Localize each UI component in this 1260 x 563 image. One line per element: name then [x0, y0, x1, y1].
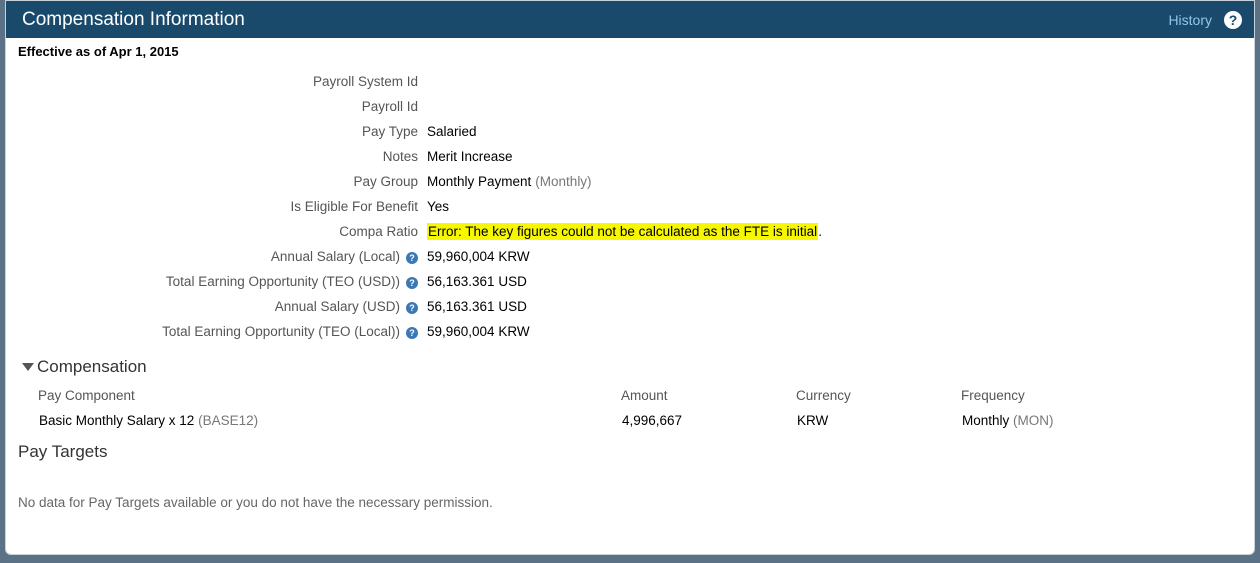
table-row-component: Basic Monthly Salary x 12 (BASE12) [39, 413, 259, 428]
field-row: Annual Salary (Local)? 59,960,004 KRW [6, 244, 1254, 269]
info-icon[interactable]: ? [406, 252, 418, 264]
header-actions: History ? [1168, 10, 1242, 29]
field-value: 59,960,004 KRW [427, 324, 530, 339]
panel-title: Compensation Information [22, 8, 245, 30]
pay-targets-empty-message: No data for Pay Targets available or you… [18, 495, 493, 510]
field-row: Payroll Id [6, 94, 1254, 119]
field-label-text: Is Eligible For Benefit [290, 199, 418, 214]
panel-header: Compensation Information History ? [6, 1, 1254, 38]
info-icon[interactable]: ? [406, 302, 418, 314]
table-row-currency: KRW [797, 413, 829, 428]
field-value-text: Monthly Payment [427, 174, 532, 189]
field-label-text: Pay Type [361, 124, 418, 139]
history-link[interactable]: History [1168, 12, 1212, 28]
field-label-text: Compa Ratio [339, 224, 418, 239]
field-row: Payroll System Id [6, 69, 1254, 94]
info-icon[interactable]: ? [406, 277, 418, 289]
field-row: Total Earning Opportunity (TEO (Local))?… [6, 319, 1254, 344]
field-label-text: Payroll Id [361, 99, 418, 114]
field-label: Annual Salary (USD)? [6, 299, 418, 314]
field-value-text: 56,163.361 USD [427, 299, 527, 314]
table-row-amount: 4,996,667 [622, 413, 683, 428]
field-label: Payroll Id [6, 99, 418, 114]
effective-date: Effective as of Apr 1, 2015 [18, 44, 179, 59]
compensation-title: Compensation [37, 357, 147, 376]
field-row: Notes Merit Increase [6, 144, 1254, 169]
field-label: Payroll System Id [6, 74, 418, 89]
field-value: 59,960,004 KRW [427, 249, 530, 264]
field-value: Error: The key figures could not be calc… [427, 223, 822, 240]
field-label-text: Notes [382, 149, 418, 164]
field-row: Is Eligible For Benefit Yes [6, 194, 1254, 219]
table-row-frequency: Monthly (MON) [962, 413, 1054, 428]
info-icon[interactable]: ? [406, 327, 418, 339]
field-row: Pay Type Salaried [6, 119, 1254, 144]
field-label: Compa Ratio [6, 224, 418, 239]
field-row: Pay Group Monthly Payment (Monthly) [6, 169, 1254, 194]
pay-targets-title: Pay Targets [18, 442, 108, 461]
field-label: Total Earning Opportunity (TEO (USD))? [6, 274, 418, 289]
compensation-toggle[interactable]: Compensation [22, 357, 147, 377]
field-label-text: Pay Group [353, 174, 418, 189]
field-value-extra: . [818, 224, 822, 239]
field-value: Merit Increase [427, 149, 513, 164]
field-label: Is Eligible For Benefit [6, 199, 418, 214]
field-value: Monthly Payment (Monthly) [427, 174, 592, 189]
field-value: Salaried [427, 124, 477, 139]
field-row: Total Earning Opportunity (TEO (USD))? 56… [6, 269, 1254, 294]
collapse-triangle-icon [22, 363, 34, 371]
field-row: Annual Salary (USD)? 56,163.361 USD [6, 294, 1254, 319]
field-label: Pay Group [6, 174, 418, 189]
field-row: Compa Ratio Error: The key figures could … [6, 219, 1254, 244]
column-header-frequency: Frequency [961, 388, 1025, 403]
help-icon[interactable]: ? [1224, 10, 1242, 29]
field-label-text: Total Earning Opportunity (TEO (USD)) [165, 274, 400, 289]
field-value: 56,163.361 USD [427, 274, 527, 289]
field-value-text: 59,960,004 KRW [427, 249, 530, 264]
field-list: Payroll System Id Payroll Id Pay Type Salar… [6, 69, 1254, 344]
field-label: Notes [6, 149, 418, 164]
field-value-text: Salaried [427, 124, 477, 139]
field-label: Annual Salary (Local)? [6, 249, 418, 264]
field-value-text: Yes [427, 199, 450, 214]
field-value: 56,163.361 USD [427, 299, 527, 314]
column-header-amount: Amount [621, 388, 668, 403]
field-label: Pay Type [6, 124, 418, 139]
field-value-text: 59,960,004 KRW [427, 324, 530, 339]
field-label: Total Earning Opportunity (TEO (Local))? [6, 324, 418, 339]
field-label-text: Annual Salary (USD) [274, 299, 400, 314]
highlighted-error-text: Error: The key figures could not be calc… [427, 223, 819, 240]
field-label-text: Annual Salary (Local) [270, 249, 400, 264]
field-value-extra: (Monthly) [535, 174, 592, 189]
field-label-text: Payroll System Id [312, 74, 418, 89]
field-value-text: Merit Increase [427, 149, 513, 164]
column-header-pay-component: Pay Component [38, 388, 135, 403]
field-value: Yes [427, 199, 449, 214]
field-label-text: Total Earning Opportunity (TEO (Local)) [162, 324, 400, 339]
compensation-panel: Compensation Information History ? Effec… [5, 0, 1255, 555]
field-value-text: 56,163.361 USD [427, 274, 527, 289]
column-header-currency: Currency [796, 388, 851, 403]
